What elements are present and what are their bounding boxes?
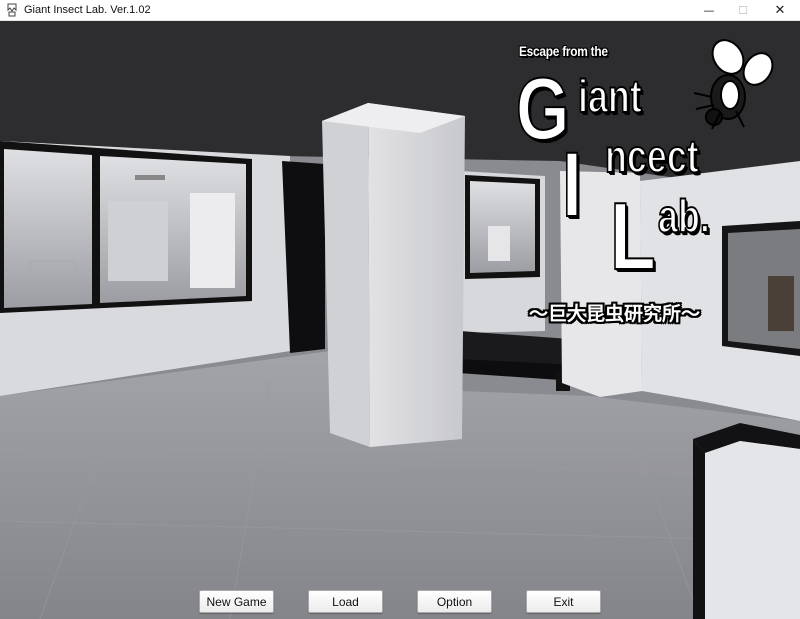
new-game-button[interactable]: New Game xyxy=(199,590,274,613)
app-icon xyxy=(7,3,17,17)
window-titlebar: Giant Insect Lab. Ver.1.02 — ☐ ✕ xyxy=(0,0,800,21)
game-viewport[interactable]: Escape from the G iant I ncect L ab. ～巨大… xyxy=(0,21,800,619)
exit-button[interactable]: Exit xyxy=(526,590,601,613)
option-button[interactable]: Option xyxy=(417,590,492,613)
minimize-button[interactable]: — xyxy=(692,0,726,21)
main-menu: New Game Load Option Exit xyxy=(0,21,800,619)
window-title: Giant Insect Lab. Ver.1.02 xyxy=(24,4,151,16)
maximize-button[interactable]: ☐ xyxy=(726,0,760,21)
close-button[interactable]: ✕ xyxy=(763,0,797,21)
load-button[interactable]: Load xyxy=(308,590,383,613)
